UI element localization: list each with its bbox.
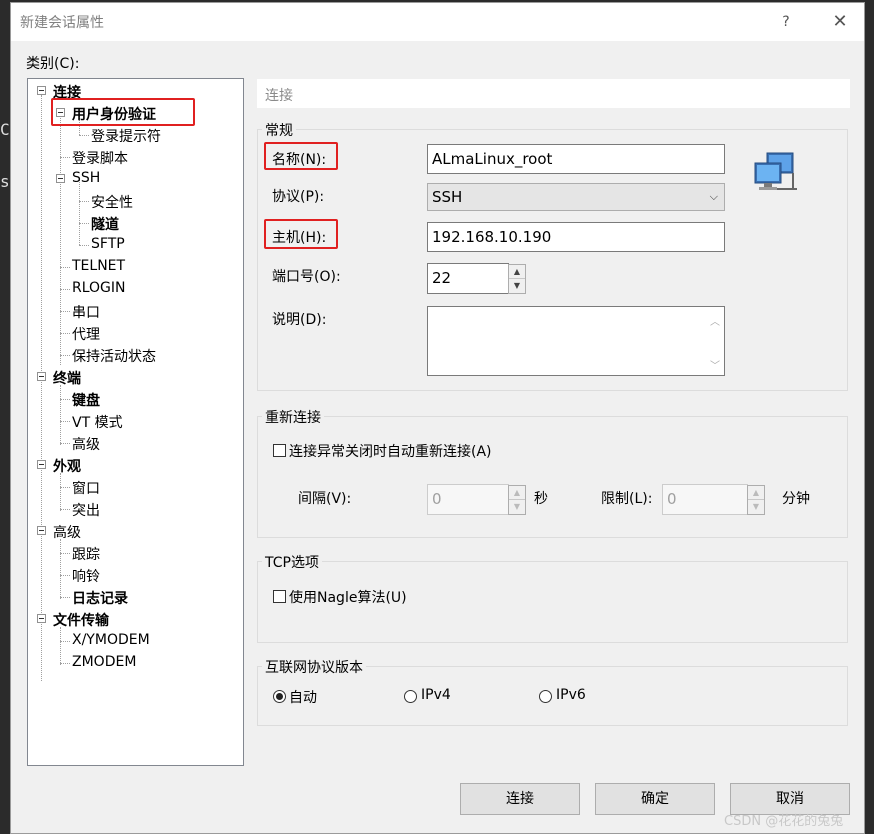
interval-input[interactable]: 0 [427, 484, 509, 515]
tree-item-terminal[interactable]: 终端 [53, 368, 81, 388]
background-text-c: C [0, 120, 10, 139]
tree-item-keyboard[interactable]: 键盘 [72, 390, 100, 410]
auto-reconnect-label: 连接异常关闭时自动重新连接(A) [289, 444, 492, 460]
tree-item-serial[interactable]: 串口 [72, 302, 100, 322]
tree-item-window[interactable]: 窗口 [72, 478, 100, 498]
tree-item-bell[interactable]: 响铃 [72, 566, 100, 586]
radio-ipv6-label: IPv6 [556, 687, 586, 703]
tree-item-advanced[interactable]: 高级 [53, 522, 81, 542]
chevron-down-icon: ⌵ [709, 190, 718, 203]
watermark: CSDN @花花的兔兔 [724, 814, 844, 829]
background-text-s: s [0, 172, 10, 191]
protocol-select[interactable]: SSH ⌵ [427, 183, 725, 211]
expand-toggle-appearance[interactable] [37, 460, 46, 469]
tree-item-ssh[interactable]: SSH [72, 170, 100, 186]
auto-reconnect-checkbox[interactable] [273, 444, 286, 457]
tree-item-terminal-advanced[interactable]: 高级 [72, 434, 100, 454]
tree-item-file-transfer[interactable]: 文件传输 [53, 610, 109, 630]
radio-ipv4-label: IPv4 [421, 687, 451, 703]
tree-item-appearance[interactable]: 外观 [53, 456, 81, 476]
protocol-label: 协议(P): [272, 189, 325, 205]
tree-item-trace[interactable]: 跟踪 [72, 544, 100, 564]
expand-toggle-file-transfer[interactable] [37, 614, 46, 623]
nagle-checkbox[interactable] [273, 590, 286, 603]
title-bar: 新建会话属性 ? ✕ [11, 3, 864, 41]
tree-item-security[interactable]: 安全性 [91, 192, 133, 212]
description-label: 说明(D): [272, 312, 327, 328]
tcp-group-title: TCP选项 [262, 552, 322, 572]
session-properties-dialog: 新建会话属性 ? ✕ 类别(C): 连接 用户身份验证 登录提示符 登录脚本 S… [10, 2, 865, 834]
ok-button[interactable]: 确定 [595, 783, 715, 815]
interval-unit: 秒 [534, 491, 548, 507]
tree-item-telnet[interactable]: TELNET [72, 258, 125, 274]
scroll-up-icon[interactable]: ︿ [710, 313, 720, 328]
ip-version-group-title: 互联网协议版本 [262, 657, 366, 677]
interval-spinner[interactable]: ▲ ▼ [508, 485, 526, 515]
computer-network-icon [754, 152, 797, 190]
name-input[interactable]: ALmaLinux_root [427, 144, 725, 174]
tree-item-zmodem[interactable]: ZMODEM [72, 654, 136, 670]
description-scrollbar[interactable]: ︿ ﹀ [706, 307, 724, 375]
radio-ipv4[interactable] [404, 690, 417, 703]
window-title: 新建会话属性 [20, 15, 104, 31]
nagle-label: 使用Nagle算法(U) [289, 590, 407, 606]
host-input[interactable]: 192.168.10.190 [427, 222, 725, 252]
tree-item-tunnel[interactable]: 隧道 [91, 214, 119, 234]
category-label: 类别(C): [26, 56, 80, 72]
port-input[interactable]: 22 [427, 263, 509, 294]
panel-header: 连接 [257, 79, 850, 108]
spin-up-icon[interactable]: ▲ [748, 486, 764, 500]
connect-button[interactable]: 连接 [460, 783, 580, 815]
tree-item-rlogin[interactable]: RLOGIN [72, 280, 126, 296]
tree-item-login-script[interactable]: 登录脚本 [72, 148, 128, 168]
spin-up-icon[interactable]: ▲ [509, 265, 525, 279]
radio-auto[interactable] [273, 690, 286, 703]
expand-toggle-terminal[interactable] [37, 372, 46, 381]
tree-item-proxy[interactable]: 代理 [72, 324, 100, 344]
panel-header-title: 连接 [265, 88, 293, 104]
port-spinner[interactable]: ▲ ▼ [508, 264, 526, 294]
help-button[interactable]: ? [773, 9, 799, 35]
category-tree[interactable]: 连接 用户身份验证 登录提示符 登录脚本 SSH 安全性 隧道 SFTP TEL… [27, 78, 244, 766]
limit-label: 限制(L): [601, 491, 653, 507]
radio-ipv6[interactable] [539, 690, 552, 703]
reconnect-group-title: 重新连接 [262, 407, 324, 427]
protocol-select-value: SSH [432, 188, 463, 206]
reconnect-group [257, 416, 848, 538]
tree-item-xymodem[interactable]: X/YMODEM [72, 632, 150, 648]
highlight-box-auth [51, 98, 195, 126]
tree-item-logging[interactable]: 日志记录 [72, 588, 128, 608]
expand-toggle-advanced[interactable] [37, 526, 46, 535]
expand-toggle-ssh[interactable] [56, 174, 65, 183]
tree-item-login-prompt[interactable]: 登录提示符 [91, 126, 161, 146]
limit-spinner[interactable]: ▲ ▼ [747, 485, 765, 515]
tree-item-keepalive[interactable]: 保持活动状态 [72, 346, 156, 366]
spin-down-icon[interactable]: ▼ [509, 500, 525, 514]
highlight-box-name [264, 142, 338, 170]
spin-down-icon[interactable]: ▼ [748, 500, 764, 514]
tree-item-highlight[interactable]: 突出 [72, 500, 100, 520]
interval-label: 间隔(V): [298, 491, 352, 507]
description-textarea[interactable]: ︿ ﹀ [427, 306, 725, 376]
expand-toggle-connection[interactable] [37, 86, 46, 95]
tree-item-sftp[interactable]: SFTP [91, 236, 125, 252]
scroll-down-icon[interactable]: ﹀ [710, 357, 720, 372]
port-label: 端口号(O): [272, 269, 341, 285]
close-button[interactable]: ✕ [827, 9, 853, 35]
radio-auto-label: 自动 [289, 690, 317, 706]
tree-item-vt-mode[interactable]: VT 模式 [72, 412, 123, 432]
general-group-title: 常规 [262, 120, 296, 140]
limit-input[interactable]: 0 [662, 484, 748, 515]
limit-unit: 分钟 [782, 491, 810, 507]
highlight-box-host [264, 219, 338, 249]
spin-down-icon[interactable]: ▼ [509, 279, 525, 293]
spin-up-icon[interactable]: ▲ [509, 486, 525, 500]
